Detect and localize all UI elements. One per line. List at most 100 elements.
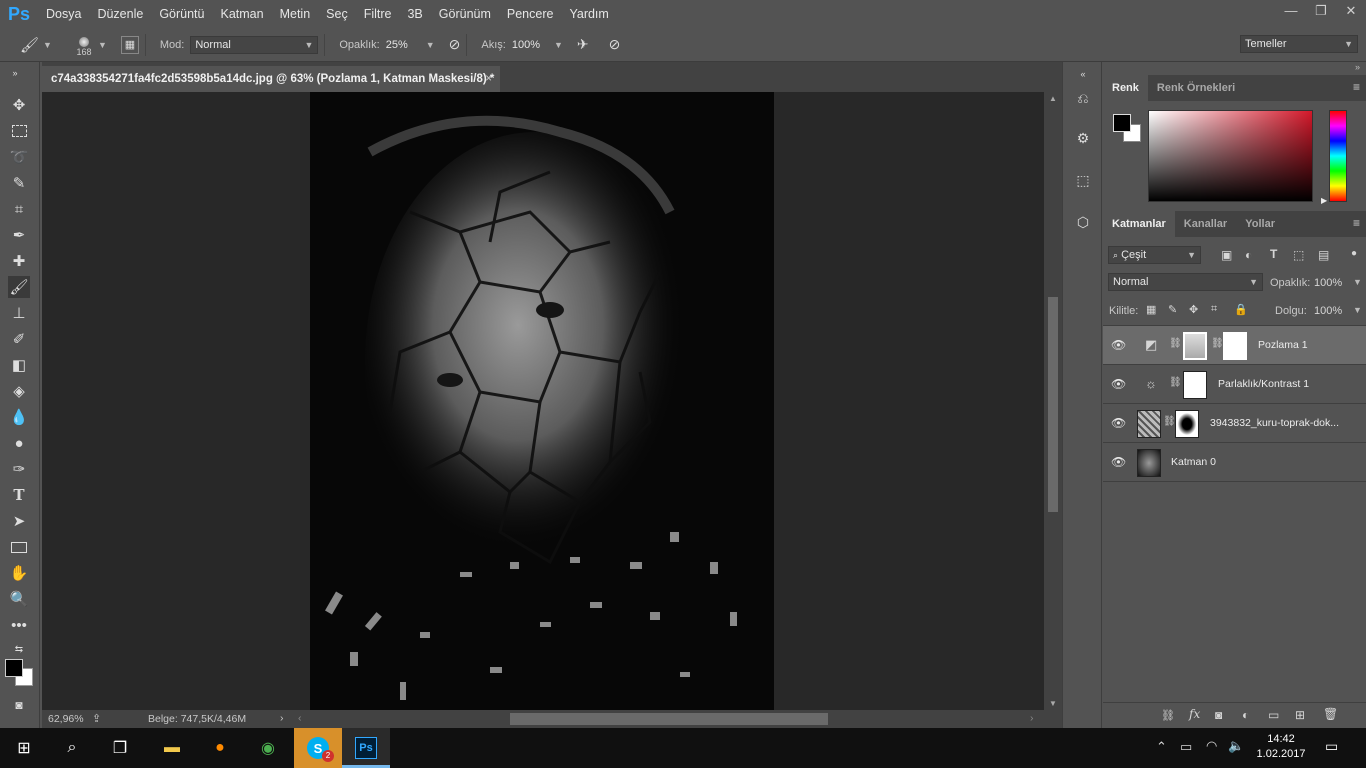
- chevron-down-icon[interactable]: ▼: [1353, 277, 1362, 287]
- chevron-right-icon[interactable]: ›: [280, 712, 284, 724]
- layer-row-pozlama[interactable]: 👁 ◩ ⛓ ⛓ Pozlama 1: [1103, 326, 1366, 365]
- paths-panel-icon[interactable]: ⬚: [1073, 170, 1093, 190]
- menu-katman[interactable]: Katman: [212, 0, 271, 28]
- menu-pencere[interactable]: Pencere: [499, 0, 562, 28]
- menu-3b[interactable]: 3B: [399, 0, 430, 28]
- close-document-icon[interactable]: ×: [485, 66, 492, 92]
- more-tools-icon[interactable]: •••: [8, 614, 30, 636]
- paint-bucket-tool-icon[interactable]: ◈: [8, 380, 30, 402]
- chrome-icon[interactable]: ◉: [244, 728, 292, 768]
- battery-icon[interactable]: ▭: [1180, 739, 1192, 755]
- windows-start-icon[interactable]: ⊞: [0, 728, 48, 768]
- menu-gorunum[interactable]: Görünüm: [431, 0, 499, 28]
- minimize-button[interactable]: —: [1276, 0, 1306, 24]
- skype-icon[interactable]: S 2: [294, 728, 342, 768]
- volume-icon[interactable]: 🔈: [1228, 738, 1244, 754]
- layer-name[interactable]: 3943832_kuru-toprak-dok...: [1210, 417, 1339, 429]
- add-mask-icon[interactable]: ◙: [1215, 708, 1222, 722]
- healing-brush-tool-icon[interactable]: ✚: [8, 250, 30, 272]
- crop-tool-icon[interactable]: ⌗: [8, 198, 30, 220]
- horizontal-scroll-thumb[interactable]: [510, 713, 828, 725]
- 3d-panel-icon[interactable]: ⬡: [1073, 212, 1093, 232]
- visibility-eye-icon[interactable]: 👁: [1111, 338, 1126, 352]
- tab-kanallar[interactable]: Kanallar: [1175, 211, 1236, 237]
- layer-row-katman0[interactable]: 👁 Katman 0: [1103, 443, 1366, 482]
- pressure-size-icon[interactable]: ⊘: [609, 36, 621, 53]
- menu-duzenle[interactable]: Düzenle: [89, 0, 151, 28]
- brush-panel-toggle-icon[interactable]: ▦: [120, 35, 139, 54]
- opacity-value[interactable]: 25%: [386, 39, 408, 51]
- blur-tool-icon[interactable]: 💧: [8, 406, 30, 428]
- clock[interactable]: 14:42 1.02.2017: [1254, 732, 1308, 762]
- menu-filtre[interactable]: Filtre: [356, 0, 400, 28]
- expand-panels-icon[interactable]: «: [1073, 64, 1093, 84]
- wifi-icon[interactable]: ◠: [1206, 738, 1217, 754]
- layer-opacity-value[interactable]: 100%: [1314, 277, 1342, 289]
- marquee-tool-icon[interactable]: [8, 120, 30, 142]
- export-icon[interactable]: ⇪: [92, 712, 101, 725]
- action-center-icon[interactable]: ▭: [1325, 738, 1338, 755]
- type-tool-icon[interactable]: T: [8, 484, 30, 506]
- layer-filter-select[interactable]: ⌕ Çeşit ▼: [1108, 246, 1201, 264]
- lock-position-icon[interactable]: ✥: [1189, 303, 1198, 316]
- vertical-scrollbar[interactable]: ▲ ▼: [1044, 92, 1062, 710]
- brush-preset-picker[interactable]: 168: [72, 36, 96, 57]
- zoom-level[interactable]: 62,96%: [48, 713, 84, 725]
- link-icon[interactable]: ⛓: [1169, 338, 1182, 349]
- collapse-panel-icon[interactable]: »: [4, 62, 26, 84]
- eyedropper-tool-icon[interactable]: ✒: [8, 224, 30, 246]
- tab-renk[interactable]: Renk: [1103, 75, 1148, 101]
- delete-layer-icon[interactable]: 🗑: [1323, 707, 1338, 721]
- chevron-down-icon[interactable]: ▼: [1353, 305, 1362, 315]
- layer-name[interactable]: Katman 0: [1171, 456, 1216, 468]
- lock-all-icon[interactable]: 🔒: [1234, 303, 1248, 316]
- restore-button[interactable]: ❐: [1306, 0, 1336, 24]
- visibility-eye-icon[interactable]: 👁: [1111, 455, 1126, 469]
- eraser-tool-icon[interactable]: ◧: [8, 354, 30, 376]
- tab-katmanlar[interactable]: Katmanlar: [1103, 211, 1175, 237]
- blend-mode-select[interactable]: Normal ▼: [1108, 273, 1263, 291]
- layer-style-icon[interactable]: fx: [1189, 707, 1200, 721]
- lasso-tool-icon[interactable]: ➰: [8, 146, 30, 168]
- show-hidden-icons-icon[interactable]: ⌃: [1156, 739, 1167, 755]
- lock-transparent-icon[interactable]: ▦: [1146, 303, 1156, 316]
- lock-pixels-icon[interactable]: ✎: [1168, 303, 1177, 316]
- dodge-tool-icon[interactable]: ●: [8, 432, 30, 454]
- visibility-eye-icon[interactable]: 👁: [1111, 416, 1126, 430]
- chevron-down-icon[interactable]: ▼: [43, 40, 52, 50]
- menu-sec[interactable]: Seç: [318, 0, 356, 28]
- fill-value[interactable]: 100%: [1314, 305, 1342, 317]
- menu-goruntu[interactable]: Görüntü: [151, 0, 212, 28]
- task-view-icon[interactable]: ❐: [96, 728, 144, 768]
- layer-mask-thumbnail[interactable]: [1183, 371, 1207, 399]
- link-layers-icon[interactable]: ⛓: [1161, 709, 1175, 722]
- workspace-select[interactable]: Temeller ▼: [1240, 35, 1358, 53]
- new-adjustment-icon[interactable]: ◐: [1242, 708, 1249, 722]
- filter-toggle-icon[interactable]: ●: [1351, 248, 1357, 259]
- color-foreground-swatch[interactable]: [1113, 114, 1131, 132]
- scroll-down-icon[interactable]: ▼: [1049, 699, 1057, 708]
- document-image[interactable]: [310, 92, 774, 710]
- search-icon[interactable]: ⌕: [48, 728, 96, 768]
- file-explorer-icon[interactable]: ▬: [148, 728, 196, 768]
- chevron-down-icon[interactable]: ▼: [554, 40, 563, 50]
- clone-stamp-tool-icon[interactable]: ⊥: [8, 302, 30, 324]
- filter-shape-icon[interactable]: ⬚: [1293, 248, 1304, 262]
- menu-metin[interactable]: Metin: [272, 0, 319, 28]
- filter-smart-object-icon[interactable]: ▤: [1318, 248, 1329, 262]
- lock-artboard-icon[interactable]: ⌗: [1211, 303, 1217, 316]
- tab-renk-ornekleri[interactable]: Renk Örnekleri: [1148, 75, 1244, 101]
- swap-colors-icon[interactable]: ⇆: [8, 638, 30, 660]
- link-icon[interactable]: ⛓: [1211, 338, 1224, 349]
- chevron-down-icon[interactable]: ▼: [98, 40, 107, 50]
- filter-type-icon[interactable]: T: [1270, 247, 1277, 261]
- history-brush-tool-icon[interactable]: ✐: [8, 328, 30, 350]
- path-select-tool-icon[interactable]: ➤: [8, 510, 30, 532]
- flow-value[interactable]: 100%: [512, 39, 540, 51]
- new-group-icon[interactable]: ▭: [1268, 708, 1279, 722]
- photoshop-taskbar-icon[interactable]: Ps: [342, 728, 390, 768]
- hand-tool-icon[interactable]: ✋: [8, 562, 30, 584]
- color-spectrum[interactable]: [1148, 110, 1313, 202]
- filter-adjustment-icon[interactable]: ◐: [1245, 248, 1252, 262]
- zoom-tool-icon[interactable]: 🔍: [8, 588, 30, 610]
